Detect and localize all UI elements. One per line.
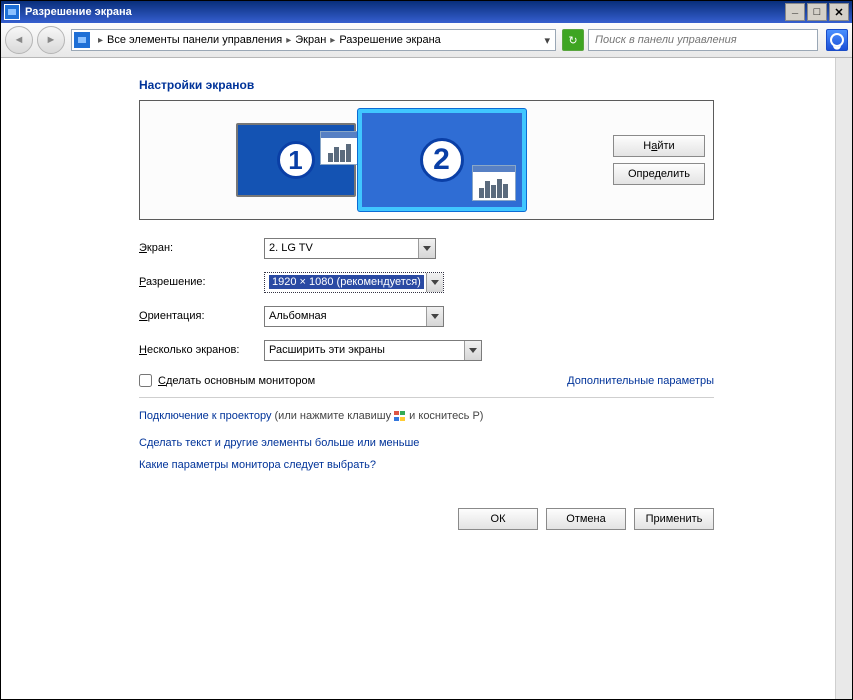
multi-value: Расширить эти экраны [269,344,385,356]
chevron-down-icon[interactable]: ▾ [541,34,553,47]
chevron-down-icon [426,307,443,326]
settings-form: Экран: 2. LG TV Разрешение: 1920 × 1080 … [139,238,714,530]
projector-line: Подключение к проектору (или нажмите кла… [139,410,714,422]
find-button[interactable]: Найти [613,135,705,157]
breadcrumb-item[interactable]: Экран [295,34,326,46]
multi-select[interactable]: Расширить эти экраны [264,340,482,361]
navigation-bar: ◄ ► ▸ Все элементы панели управления ▸ Э… [1,23,852,58]
refresh-button[interactable]: ↻ [562,29,584,51]
advanced-link[interactable]: Дополнительные параметры [567,375,714,387]
primary-checkbox-label: Сделать основным монитором [158,375,315,387]
page-title: Настройки экранов [139,78,714,92]
display-preview: 1 2 Найти Определить [139,100,714,220]
chevron-down-icon [464,341,481,360]
windows-key-icon [394,411,406,422]
monitor-1[interactable]: 1 [236,123,356,197]
ok-button[interactable]: ОК [458,508,538,530]
content-area: Настройки экранов 1 2 [1,58,852,699]
separator [139,397,714,398]
display-icon [4,4,20,20]
chevron-icon: ▸ [330,35,335,46]
chevron-icon: ▸ [286,35,291,46]
window: Разрешение экрана ◄ ► ▸ Все элементы пан… [0,0,853,700]
screen-label: Экран: [139,242,264,254]
vertical-scrollbar[interactable] [835,58,852,699]
maximize-button[interactable] [807,3,827,21]
window-title: Разрешение экрана [25,6,783,18]
window-icon [472,165,516,201]
projector-link[interactable]: Подключение к проектору [139,410,271,422]
help-link[interactable]: Какие параметры монитора следует выбрать… [139,459,376,471]
monitor-2[interactable]: 2 [358,109,526,211]
breadcrumb[interactable]: ▸ Все элементы панели управления ▸ Экран… [71,29,556,51]
window-icon [320,131,360,165]
orientation-label: Ориентация: [139,310,264,322]
resolution-value: 1920 × 1080 (рекомендуется) [269,275,424,289]
chevron-down-icon [418,239,435,258]
monitor-number: 1 [277,141,315,179]
titlebar: Разрешение экрана [1,1,852,23]
screen-value: 2. LG TV [269,242,313,254]
chevron-down-icon [426,273,443,292]
forward-button[interactable]: ► [37,26,65,54]
monitor-icon [74,32,90,48]
search-container [588,29,818,51]
breadcrumb-item[interactable]: Разрешение экрана [339,34,440,46]
search-button[interactable] [826,29,848,51]
cancel-button[interactable]: Отмена [546,508,626,530]
scale-link[interactable]: Сделать текст и другие элементы больше и… [139,437,419,449]
resolution-label: Разрешение: [139,276,264,288]
orientation-select[interactable]: Альбомная [264,306,444,327]
screen-select[interactable]: 2. LG TV [264,238,436,259]
monitor-number: 2 [420,138,464,182]
back-button[interactable]: ◄ [5,26,33,54]
detect-button[interactable]: Определить [613,163,705,185]
minimize-button[interactable] [785,3,805,21]
close-button[interactable] [829,3,849,21]
resolution-select[interactable]: 1920 × 1080 (рекомендуется) [264,272,444,293]
apply-button[interactable]: Применить [634,508,714,530]
breadcrumb-item[interactable]: Все элементы панели управления [107,34,282,46]
orientation-value: Альбомная [269,310,327,322]
search-input[interactable] [593,33,813,47]
primary-checkbox[interactable] [139,374,152,387]
chevron-icon: ▸ [98,35,103,46]
multi-label: Несколько экранов: [139,344,264,356]
